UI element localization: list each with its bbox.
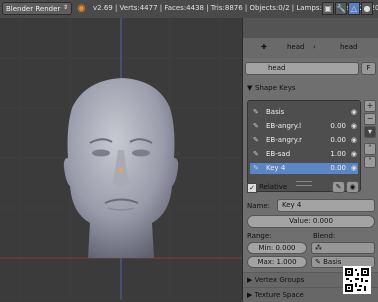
eye-icon[interactable]: ◉ — [351, 149, 357, 160]
vertex-group-field[interactable]: ⁂ — [311, 242, 375, 254]
list-item-value[interactable]: 0.00 — [330, 135, 346, 146]
shape-key-name-input[interactable]: Key 4 — [277, 199, 375, 212]
disclosure-icon: ▶ — [247, 276, 253, 284]
value-slider-label: Value: 0.000 — [289, 217, 333, 225]
list-item-selected[interactable]: ✎ Key 4 0.00 ◉ — [250, 163, 358, 174]
shape-key-icon: ✎ — [315, 258, 321, 266]
list-item-label: EB-angry.r — [266, 136, 303, 144]
list-item-value[interactable]: 0.00 — [330, 163, 346, 174]
list-item-label: Basis — [266, 108, 285, 116]
modifier-tab-icon[interactable]: 🔧 — [335, 2, 347, 15]
list-item[interactable]: ✎ EB-angry.l 0.00 ◉ — [250, 121, 358, 132]
eye-icon[interactable]: ◉ — [351, 107, 357, 118]
shape-key-icon: ✎ — [253, 108, 259, 116]
range-label: Range: — [247, 232, 272, 240]
eye-icon[interactable]: ◉ — [351, 121, 357, 132]
move-up-button[interactable]: ˄ — [364, 143, 376, 155]
mesh-data-tab-icon[interactable]: △ — [348, 2, 360, 15]
chevron-updown-icon: ⇕ — [62, 4, 68, 11]
shape-key-icon: ✎ — [253, 122, 259, 130]
shape-key-icon: ✎ — [253, 164, 259, 172]
blend-label: Blend: — [313, 232, 336, 240]
add-shape-key-button[interactable]: + — [364, 100, 376, 112]
object-origin-dot — [119, 168, 123, 172]
max-slider[interactable]: Max: 1.000 — [247, 256, 307, 268]
edit-mode-shape-button[interactable]: ◉ — [346, 181, 359, 193]
breadcrumb-mesh[interactable]: head — [340, 43, 357, 51]
shape-keys-list[interactable]: ✎ Basis ◉ ✎ EB-angry.l 0.00 ◉ ✎ EB-angry… — [247, 100, 361, 192]
render-engine-select[interactable]: Blender Render ⇕ — [2, 2, 72, 15]
properties-editor: ✚ head › head head F ▼ Shape Keys ✎ Basi… — [242, 18, 378, 302]
object-tab-icon[interactable]: ▣ — [322, 2, 334, 15]
material-tab-icon[interactable]: ● — [361, 2, 373, 15]
min-slider[interactable]: Min: 0.000 — [247, 242, 307, 254]
min-slider-label: Min: 0.000 — [258, 244, 296, 252]
breadcrumb: ✚ head › head — [243, 38, 378, 58]
eye-icon[interactable]: ◉ — [351, 135, 357, 146]
list-item[interactable]: ✎ EB-sad 1.00 ◉ — [250, 149, 358, 160]
fake-user-button[interactable]: F — [361, 62, 376, 75]
relative-key-value: Basis — [323, 258, 342, 266]
move-down-button[interactable]: ˅ — [364, 156, 376, 168]
list-item-value[interactable]: 0.00 — [330, 121, 346, 132]
disclosure-icon: ▶ — [247, 291, 253, 299]
shape-key-icon: ✎ — [253, 136, 259, 144]
breadcrumb-object[interactable]: head — [287, 43, 304, 51]
value-slider[interactable]: Value: 0.000 — [247, 215, 375, 228]
mesh-datablock-field[interactable]: head — [245, 62, 359, 75]
remove-shape-key-button[interactable]: − — [364, 113, 376, 125]
list-item-label: EB-angry.l — [266, 122, 302, 130]
relative-label: Relative — [259, 183, 288, 191]
list-item-value[interactable]: 1.00 — [330, 149, 346, 160]
shape-keys-title: Shape Keys — [255, 84, 296, 92]
properties-header — [243, 18, 378, 38]
list-item[interactable]: ✎ EB-angry.r 0.00 ◉ — [250, 135, 358, 146]
properties-context-tabs: ▣ 🔧 △ ● — [322, 2, 373, 16]
shape-keys-disclosure-icon[interactable]: ▼ — [247, 84, 252, 92]
viewport-grid — [0, 18, 242, 300]
breadcrumb-separator-icon: › — [313, 43, 316, 51]
blender-logo-icon: ◉ — [77, 3, 86, 14]
render-engine-label: Blender Render — [6, 5, 61, 13]
list-item-label: Key 4 — [266, 164, 286, 172]
pin-icon[interactable]: ✚ — [261, 43, 267, 51]
name-label: Name: — [247, 202, 271, 210]
mesh-name: head — [268, 64, 286, 72]
list-item-label: EB-sad — [266, 150, 291, 158]
shape-key-icon: ✎ — [253, 150, 259, 158]
texture-space-title: Texture Space — [254, 291, 304, 299]
eye-icon[interactable]: ◉ — [351, 163, 357, 174]
fake-user-label: F — [366, 64, 371, 72]
list-resize-handle[interactable] — [296, 181, 312, 186]
list-item[interactable]: ✎ Basis ◉ — [250, 107, 358, 118]
pin-shape-key-button[interactable]: ✎ — [332, 181, 345, 193]
vertex-groups-title: Vertex Groups — [254, 276, 305, 284]
top-header: Blender Render ⇕ ◉ v2.69 | Verts:4477 | … — [0, 0, 378, 19]
shape-key-specials-button[interactable]: ▾ — [364, 126, 376, 138]
qr-code-image — [343, 266, 371, 294]
max-slider-label: Max: 1.000 — [257, 258, 297, 266]
3d-viewport[interactable] — [0, 18, 242, 300]
relative-checkbox[interactable]: ✓ — [247, 183, 257, 193]
shape-key-name-value: Key 4 — [282, 201, 302, 209]
vertex-group-icon: ⁂ — [315, 244, 322, 252]
